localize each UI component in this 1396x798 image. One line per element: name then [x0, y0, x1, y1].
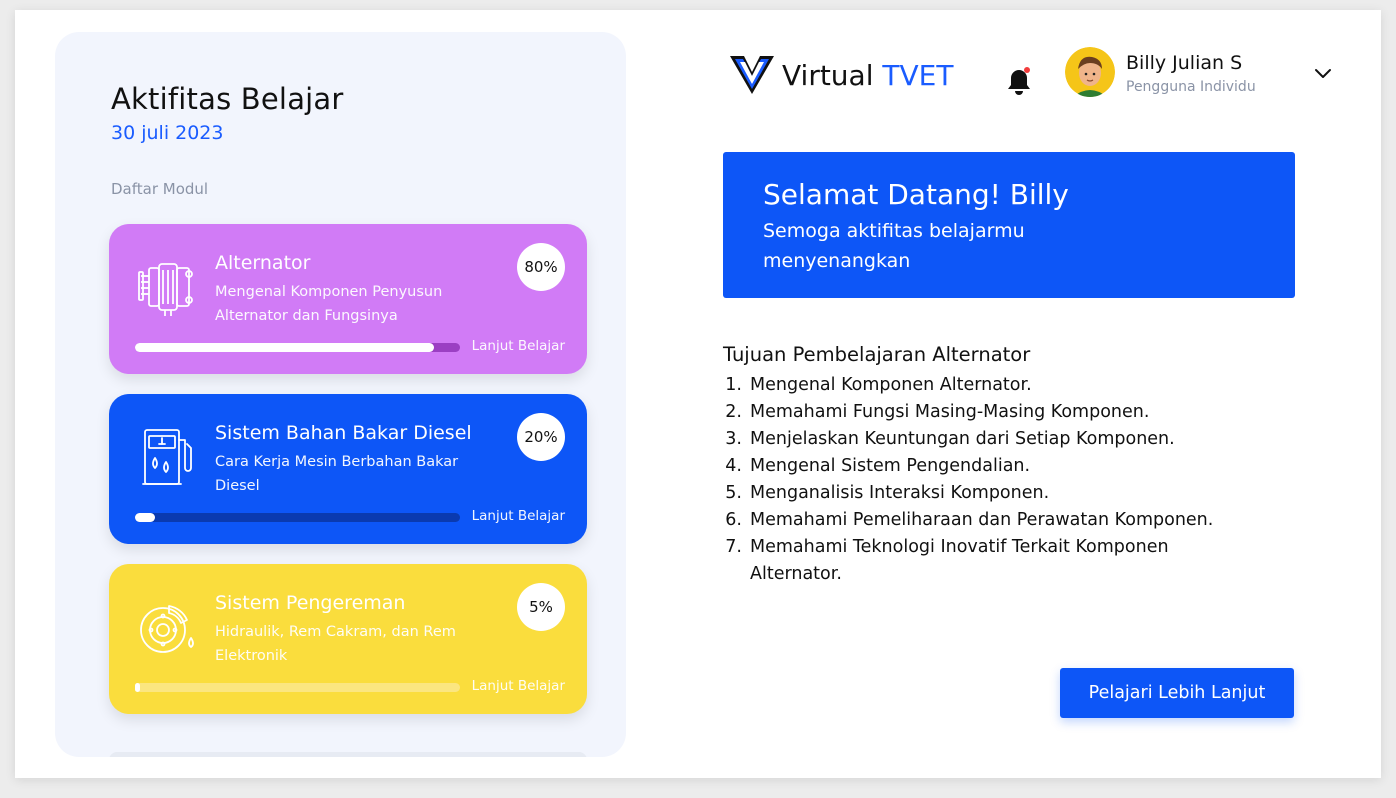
module-list-label: Daftar Modul [111, 180, 209, 198]
continue-learning-link[interactable]: Lanjut Belajar [472, 338, 565, 354]
brake-disc-icon [135, 594, 201, 660]
continue-learning-link[interactable]: Lanjut Belajar [472, 678, 565, 694]
module-progress-badge: 80% [517, 243, 565, 291]
list-item: 1. Mengenal Komponen Alternator. [723, 372, 1243, 399]
logo-text-prefix: Virtual [782, 58, 874, 92]
progress-fill [135, 343, 434, 352]
welcome-banner: Selamat Datang! Billy Semoga aktifitas b… [723, 152, 1295, 298]
logo-text-accent: TVET [882, 58, 954, 92]
list-item: 3. Menjelaskan Keuntungan dari Setiap Kom… [723, 426, 1243, 453]
objective-text: Mengenal Komponen Alternator. [750, 375, 1032, 395]
module-progress-badge: 5% [517, 583, 565, 631]
welcome-title: Selamat Datang! Billy [763, 178, 1069, 211]
list-item: 2. Memahami Fungsi Masing-Masing Komponen… [723, 399, 1243, 426]
progress-fill [135, 513, 155, 522]
learn-more-button[interactable]: Pelajari Lebih Lanjut [1060, 668, 1294, 718]
module-card-alternator[interactable]: Alternator Mengenal Komponen Penyusun Al… [109, 224, 587, 374]
list-item: 5. Menganalisis Interaksi Komponen. [723, 480, 1243, 507]
module-card-braking[interactable]: Sistem Pengereman Hidraulik, Rem Cakram,… [109, 564, 587, 714]
welcome-subtitle: Semoga aktifitas belajarmu menyenangkan [763, 220, 1025, 272]
chevron-down-icon[interactable] [1313, 65, 1333, 79]
module-progress-bar [135, 343, 460, 352]
module-title: Sistem Pengereman [215, 592, 406, 614]
objective-text: Memahami Fungsi Masing-Masing Komponen. [750, 402, 1150, 422]
objectives-list: 1. Mengenal Komponen Alternator. 2. Memaha… [723, 372, 1243, 588]
logo-text: Virtual TVET [782, 59, 953, 92]
module-title: Alternator [215, 252, 311, 274]
objective-text: Menjelaskan Keuntungan dari Setiap Kompo… [750, 429, 1175, 449]
app-window: Aktifitas Belajar 30 juli 2023 Daftar Mo… [15, 10, 1381, 778]
logo-mark-icon [730, 56, 774, 94]
list-item: 6. Memahami Pemeliharaan dan Perawatan Ko… [723, 507, 1243, 534]
module-description: Cara Kerja Mesin Berbahan Bakar Diesel [215, 454, 459, 494]
avatar[interactable] [1065, 47, 1115, 97]
list-item: 4. Mengenal Sistem Pengendalian. [723, 453, 1243, 480]
objective-text: Mengenal Sistem Pengendalian. [750, 456, 1031, 476]
objective-text: Memahami Pemeliharaan dan Perawatan Komp… [750, 510, 1214, 530]
module-progress-badge: 20% [517, 413, 565, 461]
app-logo[interactable]: Virtual TVET [730, 56, 953, 94]
continue-learning-link[interactable]: Lanjut Belajar [472, 508, 565, 524]
module-progress-bar [135, 683, 460, 692]
progress-fill [135, 683, 140, 692]
module-card-diesel-fuel[interactable]: Sistem Bahan Bakar Diesel Cara Kerja Mes… [109, 394, 587, 544]
notification-bell-icon[interactable] [1005, 66, 1033, 98]
objectives-title: Tujuan Pembelajaran Alternator [723, 343, 1031, 366]
activity-date: 30 juli 2023 [111, 122, 224, 144]
alternator-icon [135, 254, 201, 320]
objective-text: Menganalisis Interaksi Komponen. [750, 483, 1050, 503]
activity-panel: Aktifitas Belajar 30 juli 2023 Daftar Mo… [55, 32, 626, 757]
user-role: Pengguna Individu [1126, 79, 1256, 95]
module-description: Hidraulik, Rem Cakram, dan Rem Elektroni… [215, 624, 456, 664]
list-item: 7. Memahami Teknologi Inovatif Terkait Ko… [723, 534, 1243, 588]
fuel-pump-icon [135, 424, 201, 490]
activity-title: Aktifitas Belajar [111, 82, 344, 116]
module-title: Sistem Bahan Bakar Diesel [215, 422, 472, 444]
module-progress-bar [135, 513, 460, 522]
user-name: Billy Julian S [1126, 52, 1243, 74]
objective-text: Memahami Teknologi Inovatif Terkait Komp… [750, 537, 1169, 584]
next-card-peek [109, 752, 587, 757]
module-description: Mengenal Komponen Penyusun Alternator da… [215, 284, 443, 324]
